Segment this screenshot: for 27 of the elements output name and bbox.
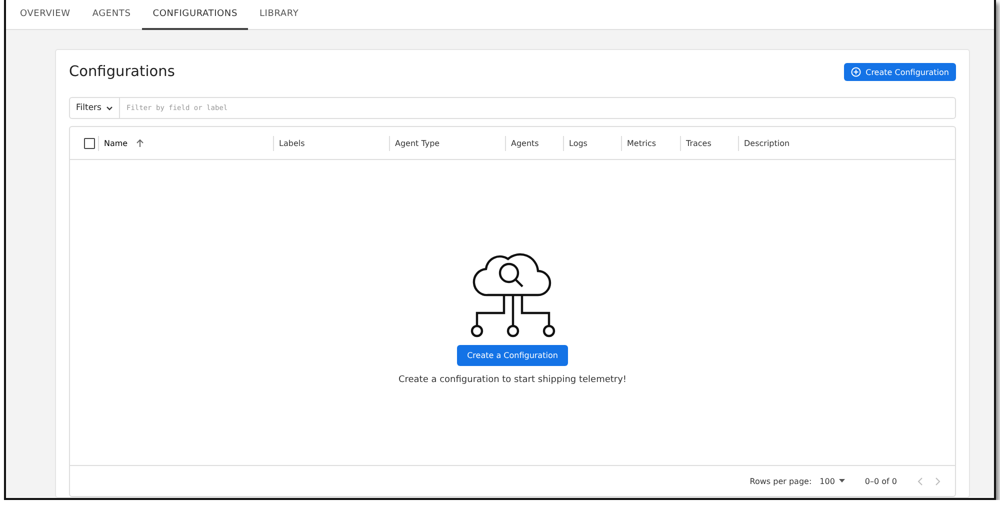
column-header[interactable]: Agent Type (395, 138, 440, 148)
nav-tab[interactable]: LIBRARY (248, 0, 310, 30)
column-header[interactable]: Traces (686, 138, 712, 148)
nav-tab[interactable]: AGENTS (81, 0, 142, 30)
column-header[interactable]: Labels (279, 138, 305, 148)
rows-per-page-select[interactable]: 100 (820, 476, 845, 486)
filters-dropdown[interactable]: Filters (70, 98, 120, 118)
empty-state-message: Create a configuration to start shipping telemetry! (398, 374, 627, 384)
chevron-down-icon (106, 106, 114, 110)
create-configuration-button[interactable]: Create Configuration (844, 63, 956, 81)
page-title: Configurations (69, 64, 175, 80)
plus-circle-icon (850, 67, 861, 77)
column-header[interactable]: Description (744, 138, 790, 148)
column-header[interactable]: Agents (511, 138, 539, 148)
pagination-range: 0–0 of 0 (864, 476, 897, 486)
sort-arrow-icon (136, 138, 144, 148)
dropdown-triangle-icon (838, 479, 845, 483)
rows-per-page-label: Rows per page: (750, 476, 812, 486)
nav-tab[interactable]: CONFIGURATIONS (142, 0, 248, 30)
column-header[interactable]: Logs (569, 138, 588, 148)
create-a-configuration-button[interactable]: Create a Configuration (457, 344, 568, 366)
chevron-right-icon (935, 476, 941, 486)
chevron-left-icon (917, 476, 923, 486)
select-all-checkbox[interactable] (84, 138, 95, 148)
column-header[interactable]: Metrics (627, 138, 656, 148)
nav-tab[interactable]: OVERVIEW (9, 0, 82, 30)
column-header[interactable]: Name (104, 138, 128, 148)
